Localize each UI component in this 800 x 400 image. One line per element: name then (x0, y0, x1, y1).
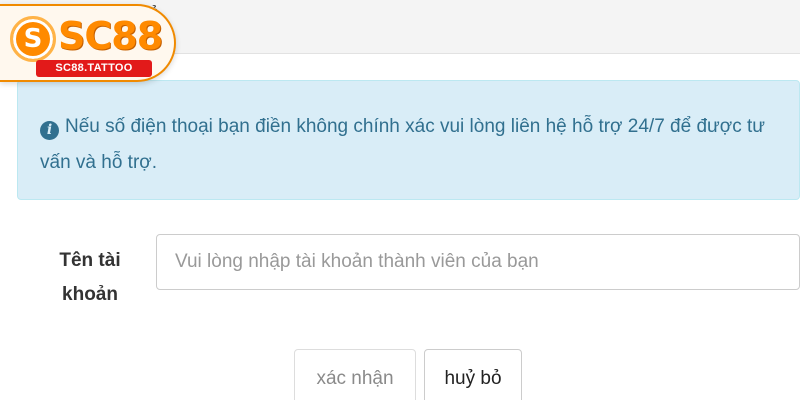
page: ả S SC88 SC88.TATTOO iNếu số điện thoại … (0, 0, 800, 400)
username-label: Tên tài khoản (59, 250, 121, 305)
username-input[interactable] (156, 234, 800, 290)
alert-message: Nếu số điện thoại bạn điền không chính x… (40, 116, 765, 173)
logo-wordmark: SC88 (58, 14, 163, 58)
logo-coin-icon: S (10, 16, 56, 62)
info-circle-icon: i (40, 121, 59, 140)
brand-logo[interactable]: S SC88 SC88.TATTOO (0, 4, 176, 82)
confirm-button[interactable]: xác nhận (294, 349, 416, 400)
logo-tagline: SC88.TATTOO (36, 60, 152, 77)
cancel-button[interactable]: huỷ bỏ (424, 349, 522, 400)
info-alert: i Nếu số điện thoại bạn điền không chính … (17, 80, 800, 200)
logo-coin-glyph: S (23, 24, 43, 54)
